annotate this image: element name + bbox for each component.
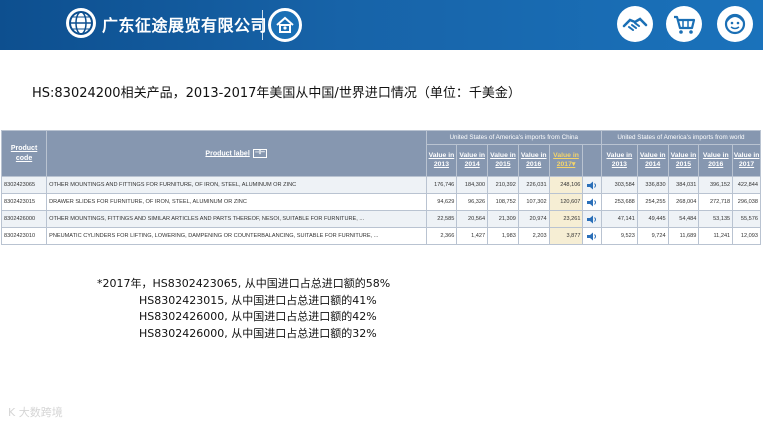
table-row: 8302423015 DRAWER SLIDES FOR FURNITURE, … — [0, 193, 761, 211]
value-cell: 9,724 — [636, 227, 669, 245]
product-code: 8302423010 — [0, 227, 48, 245]
value-cell: 108,752 — [487, 193, 519, 211]
support-button[interactable] — [717, 6, 753, 42]
home-icon — [276, 16, 294, 33]
value-cell: 336,830 — [636, 176, 669, 194]
col-china-2017-sorted[interactable]: Value in 2017▾ — [548, 144, 584, 177]
speaker-chart-icon — [587, 198, 597, 206]
col-world-2015[interactable]: Value in 2015 — [667, 144, 700, 177]
value-cell: 253,688 — [600, 193, 638, 211]
note-line: HS8302426000, 从中国进口占总进口额的32% — [97, 326, 377, 340]
handshake-button[interactable] — [617, 6, 653, 42]
imports-table: Product code Product label ⊣⊢ United Stat… — [0, 130, 762, 245]
col-china-2016[interactable]: Value in 2016 — [517, 144, 550, 177]
value-cell: 55,576 — [732, 210, 761, 228]
notes-block: *2017年，HS8302423065, 从中国进口占总进口额的58% HS83… — [97, 276, 390, 342]
company-name: 广东征途展览有限公司 — [102, 16, 268, 35]
value-cell: 94,629 — [425, 193, 458, 211]
product-code: 8302426000 — [0, 210, 48, 228]
value-cell: 21,309 — [487, 210, 519, 228]
value-cell: 9,523 — [600, 227, 638, 245]
group-header-china: United States of America's imports from … — [425, 130, 602, 145]
value-cell: 11,689 — [667, 227, 700, 245]
support-face-icon — [724, 13, 746, 35]
value-cell: 11,241 — [698, 227, 734, 245]
group-header-world: United States of America's imports from … — [600, 130, 762, 145]
value-cell: 210,392 — [487, 176, 519, 194]
col-world-2013[interactable]: Value in 2013 — [600, 144, 638, 177]
value-cell: 54,484 — [667, 210, 700, 228]
product-code: 8302423015 — [0, 193, 48, 211]
value-cell: 268,004 — [667, 193, 700, 211]
product-label: OTHER MOUNTINGS AND FITTINGS FOR FURNITU… — [46, 176, 427, 194]
value-cell: 303,584 — [600, 176, 638, 194]
value-cell: 226,031 — [517, 176, 550, 194]
product-label: DRAWER SLIDES FOR FURNITURE, OF IRON, ST… — [46, 193, 427, 211]
chart-button[interactable] — [582, 176, 602, 194]
value-cell: 120,607 — [548, 193, 584, 211]
chart-button[interactable] — [582, 193, 602, 211]
cart-button[interactable] — [666, 6, 702, 42]
value-cell: 96,326 — [456, 193, 489, 211]
col-product-code[interactable]: Product code — [0, 130, 48, 177]
chart-button[interactable] — [582, 210, 602, 228]
value-cell: 422,844 — [732, 176, 761, 194]
value-cell: 396,152 — [698, 176, 734, 194]
table-row: 8302426000 OTHER MOUNTINGS, FITTINGS AND… — [0, 210, 761, 228]
value-cell: 384,031 — [667, 176, 700, 194]
value-cell: 176,746 — [425, 176, 458, 194]
shopping-cart-icon — [674, 15, 696, 34]
col-world-2014[interactable]: Value in 2014 — [636, 144, 669, 177]
value-cell: 272,718 — [698, 193, 734, 211]
col-china-2015[interactable]: Value in 2015 — [487, 144, 519, 177]
value-cell: 254,255 — [636, 193, 669, 211]
col-china-2014[interactable]: Value in 2014 — [456, 144, 489, 177]
value-cell: 107,302 — [517, 193, 550, 211]
speaker-chart-icon — [587, 215, 597, 223]
value-cell: 3,877 — [548, 227, 584, 245]
value-cell: 2,203 — [517, 227, 550, 245]
handshake-icon — [622, 17, 648, 31]
globe-logo-icon — [66, 8, 96, 38]
table-row: 8302423065 OTHER MOUNTINGS AND FITTINGS … — [0, 176, 761, 194]
header-bar: 广东征途展览有限公司 — [0, 0, 763, 50]
value-cell: 23,261 — [548, 210, 584, 228]
value-cell: 1,427 — [456, 227, 489, 245]
value-cell: 1,983 — [487, 227, 519, 245]
value-cell: 53,135 — [698, 210, 734, 228]
product-label: OTHER MOUNTINGS, FITTINGS AND SIMILAR AR… — [46, 210, 427, 228]
value-cell: 296,038 — [732, 193, 761, 211]
value-cell: 20,564 — [456, 210, 489, 228]
col-product-label-text: Product label — [205, 150, 250, 158]
note-line: HS8302426000, 从中国进口占总进口额的42% — [97, 310, 377, 323]
product-label: PNEUMATIC CYLINDERS FOR LIFTING, LOWERIN… — [46, 227, 427, 245]
col-chart-header — [582, 144, 602, 177]
page-title: HS:83024200相关产品，2013-2017年美国从中国/世界进口情况（单… — [32, 86, 521, 101]
value-cell: 184,300 — [456, 176, 489, 194]
speaker-chart-icon — [587, 181, 597, 189]
value-cell: 49,445 — [636, 210, 669, 228]
note-line: HS8302423015, 从中国进口占总进口额的41% — [97, 293, 377, 307]
chart-button[interactable] — [582, 227, 602, 245]
speaker-chart-icon — [587, 232, 597, 240]
home-button[interactable] — [268, 8, 302, 42]
watermark: K 大数跨境 — [8, 406, 63, 419]
filter-icon[interactable]: ⊣⊢ — [252, 149, 268, 158]
value-cell: 248,106 — [548, 176, 584, 194]
value-cell: 12,093 — [732, 227, 761, 245]
table-row: 8302423010 PNEUMATIC CYLINDERS FOR LIFTI… — [0, 227, 761, 245]
col-product-label[interactable]: Product label ⊣⊢ — [46, 130, 427, 177]
value-cell: 2,366 — [425, 227, 458, 245]
value-cell: 22,585 — [425, 210, 458, 228]
header-divider — [262, 10, 263, 40]
col-world-2016[interactable]: Value in 2016 — [698, 144, 734, 177]
col-world-2017[interactable]: Value in 2017 — [732, 144, 761, 177]
value-cell: 20,974 — [517, 210, 550, 228]
col-china-2013[interactable]: Value in 2013 — [425, 144, 458, 177]
note-line: *2017年，HS8302423065, 从中国进口占总进口额的58% — [97, 277, 391, 290]
product-code: 8302423065 — [0, 176, 48, 194]
value-cell: 47,141 — [600, 210, 638, 228]
